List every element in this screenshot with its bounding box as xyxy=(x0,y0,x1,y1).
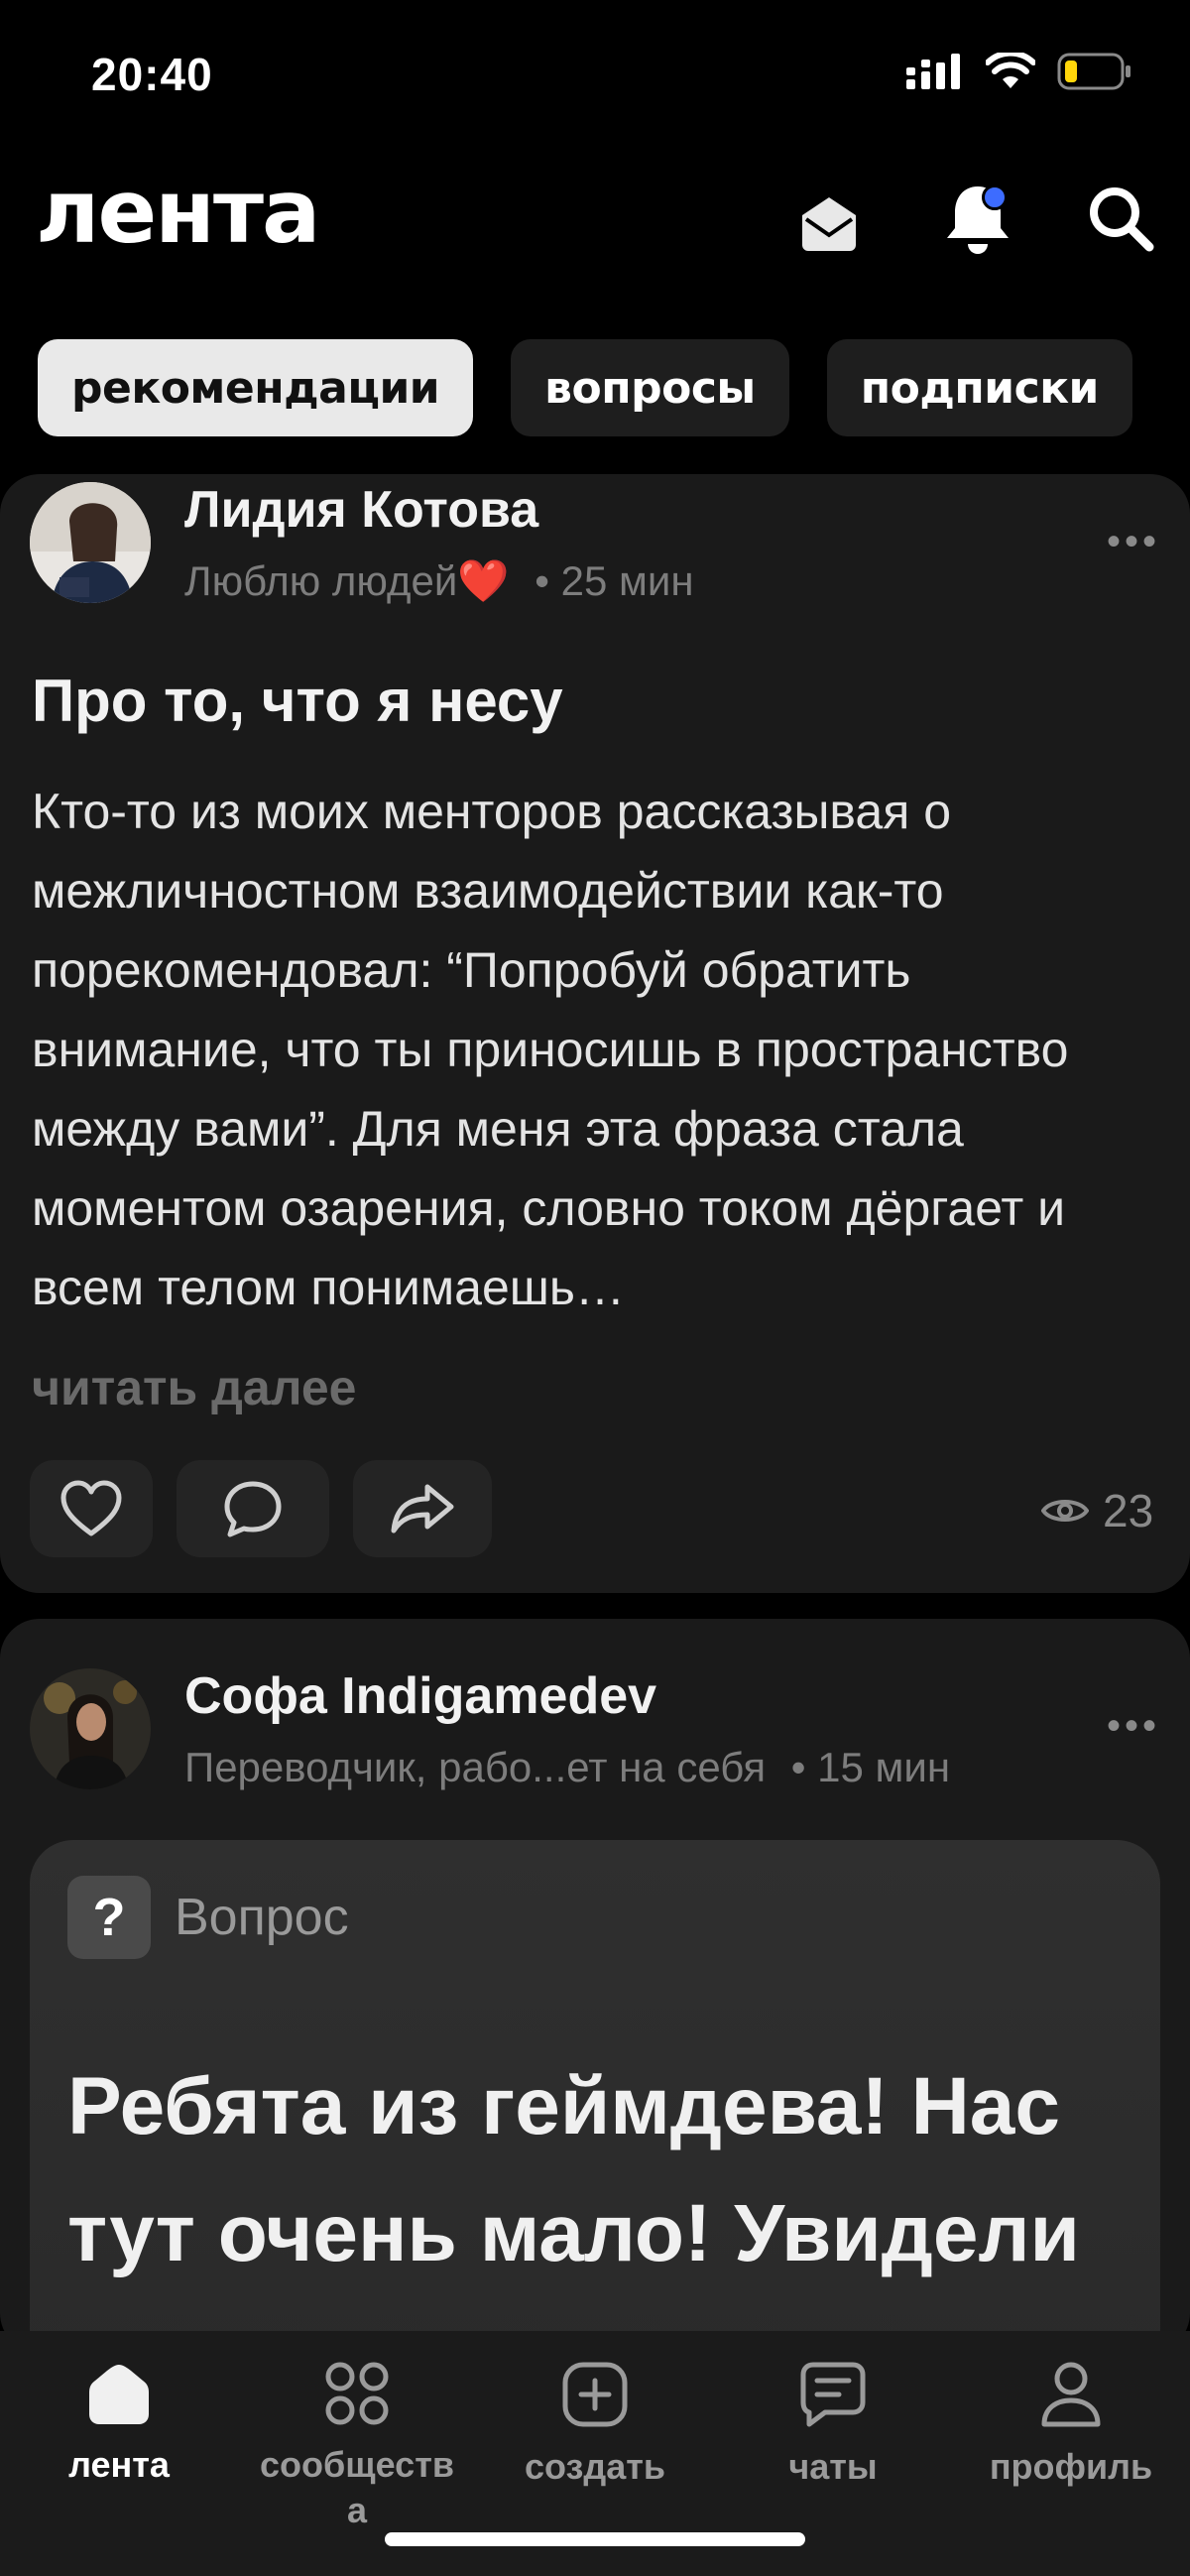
nav-item-chats[interactable]: чаты xyxy=(714,2361,952,2490)
tab-questions[interactable]: вопросы xyxy=(511,339,789,436)
signal-icon xyxy=(906,54,960,89)
author-bio: Переводчик, рабо...ет на себя xyxy=(184,1744,767,1790)
author-bio: Люблю людей❤️ xyxy=(184,557,510,604)
post-title[interactable]: Про то, что я несу xyxy=(32,667,563,735)
author-meta: Переводчик, рабо...ет на себя • 15 мин xyxy=(184,1744,950,1791)
more-options-button[interactable]: ••• xyxy=(1107,1704,1160,1749)
view-count: 23 xyxy=(1041,1484,1153,1537)
post-card[interactable]: Лидия Котова Люблю людей❤️ • 25 мин ••• … xyxy=(0,474,1190,1593)
status-icons xyxy=(906,52,1132,91)
chat-icon xyxy=(800,2362,866,2427)
post-body[interactable]: Кто-то из моих менторов рассказывая о ме… xyxy=(32,772,1162,1327)
grid-icon xyxy=(325,2362,389,2425)
nav-item-create[interactable]: создать xyxy=(476,2361,714,2490)
search-button[interactable] xyxy=(1081,179,1160,258)
nav-label: профиль xyxy=(989,2446,1153,2487)
status-time: 20:40 xyxy=(91,49,213,100)
eye-icon xyxy=(1041,1500,1089,1522)
notifications-button[interactable] xyxy=(938,179,1017,258)
mail-icon xyxy=(802,197,856,251)
tab-subscriptions[interactable]: подписки xyxy=(826,339,1132,436)
like-button[interactable] xyxy=(30,1460,153,1557)
question-icon: ? xyxy=(67,1876,151,1959)
nav-label: чаты xyxy=(788,2446,878,2487)
author-name[interactable]: Лидия Котова xyxy=(184,480,538,540)
share-icon xyxy=(391,1484,454,1533)
avatar[interactable] xyxy=(30,482,151,603)
page-title: лента xyxy=(36,161,320,263)
post-time: • 25 мин xyxy=(535,557,694,604)
author-meta: Люблю людей❤️ • 25 мин xyxy=(184,557,694,606)
comment-button[interactable] xyxy=(177,1460,329,1557)
view-count-value: 23 xyxy=(1103,1485,1154,1536)
search-icon xyxy=(1090,187,1154,252)
home-icon xyxy=(89,2365,149,2424)
battery-icon xyxy=(1057,53,1130,90)
nav-item-profile[interactable]: профиль xyxy=(952,2361,1190,2490)
notification-dot xyxy=(982,184,1008,210)
home-indicator xyxy=(385,2532,805,2546)
tab-recommendations[interactable]: рекомендации xyxy=(38,339,474,436)
nav-label: создать xyxy=(524,2446,666,2487)
question-card[interactable]: ? Вопрос Ребята из геймдева! Нас тут оче… xyxy=(30,1840,1160,2395)
question-text[interactable]: Ребята из геймдева! Нас тут очень мало! … xyxy=(67,2043,1158,2297)
feed-tabs: рекомендации вопросы подписки xyxy=(38,339,1132,436)
post-time: • 15 мин xyxy=(790,1744,951,1790)
nav-item-feed[interactable]: лента xyxy=(0,2361,238,2488)
heart-icon xyxy=(60,1480,122,1536)
nav-item-communities[interactable]: сообществ а xyxy=(238,2361,476,2533)
wifi-icon xyxy=(986,53,1035,88)
more-options-button[interactable]: ••• xyxy=(1107,520,1160,564)
share-button[interactable] xyxy=(353,1460,492,1557)
avatar[interactable] xyxy=(30,1668,151,1789)
question-label: Вопрос xyxy=(175,1889,349,1946)
comment-icon xyxy=(224,1481,282,1537)
mail-button[interactable] xyxy=(789,183,869,262)
read-more-link[interactable]: читать далее xyxy=(32,1359,356,1416)
nav-label: лента xyxy=(68,2444,170,2485)
author-name[interactable]: Софа Indigamedev xyxy=(184,1666,656,1726)
user-icon xyxy=(1041,2362,1101,2427)
nav-label: сообществ а xyxy=(260,2444,454,2530)
plus-square-icon xyxy=(562,2362,628,2427)
